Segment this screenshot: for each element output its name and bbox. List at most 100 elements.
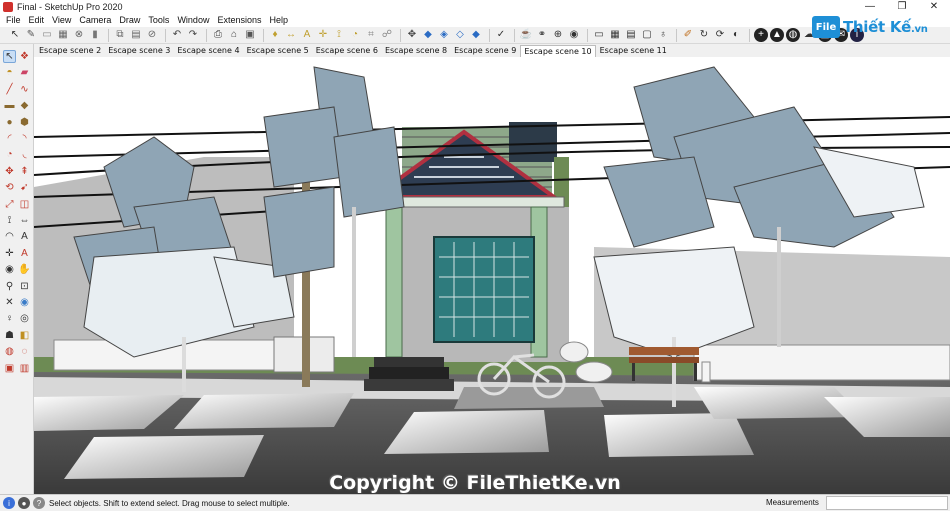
polygon-tool-icon[interactable]: ⬢: [18, 116, 31, 129]
plus-icon[interactable]: +: [754, 28, 768, 42]
text-icon[interactable]: A: [300, 28, 314, 42]
pencil-icon[interactable]: ✎: [24, 28, 38, 42]
display-icon[interactable]: ▭: [592, 28, 606, 42]
redo-icon[interactable]: ↷: [186, 28, 200, 42]
arc3-tool-icon[interactable]: ◟: [18, 148, 31, 161]
grid-icon[interactable]: ▦: [608, 28, 622, 42]
camera-icon[interactable]: ◉: [567, 28, 581, 42]
model-viewport[interactable]: [34, 57, 950, 494]
orbit-tool-icon[interactable]: ◉: [3, 263, 16, 276]
scene-tab-8[interactable]: Escape scene 10: [520, 45, 596, 57]
menu-help[interactable]: Help: [265, 14, 292, 27]
eraser-icon[interactable]: ▭: [40, 28, 54, 42]
rectangle-tool-icon[interactable]: ▬: [3, 99, 16, 112]
circle-tool-icon[interactable]: ●: [3, 116, 16, 129]
push-pull-icon[interactable]: ⇞: [18, 165, 31, 178]
minimize-button[interactable]: —: [854, 0, 886, 14]
status-user-icon[interactable]: ●: [18, 497, 30, 509]
section-plane-icon[interactable]: ◧: [18, 329, 31, 342]
front-view-icon[interactable]: ◇: [453, 28, 467, 42]
rotated-rect-icon[interactable]: ◆: [18, 99, 31, 112]
paint-bucket-icon[interactable]: ◓: [3, 66, 16, 79]
protractor-tool-icon[interactable]: ◠: [3, 230, 16, 243]
dimension-icon[interactable]: ↔: [284, 28, 298, 42]
link-icon[interactable]: ⚭: [535, 28, 549, 42]
axes-tool-icon[interactable]: ✛: [3, 247, 16, 260]
bulb-icon[interactable]: ♁: [656, 28, 670, 42]
extension-wh-icon[interactable]: ▥: [18, 362, 31, 375]
make-component-icon[interactable]: ❖: [18, 50, 31, 63]
position-camera-icon[interactable]: ♀: [3, 312, 16, 325]
line-tool-icon[interactable]: ╱: [3, 83, 16, 96]
layers-icon[interactable]: ▤: [624, 28, 638, 42]
scale-tool-icon[interactable]: ⤢: [3, 198, 16, 211]
model-info-icon[interactable]: ▣: [243, 28, 257, 42]
arrow-select-icon[interactable]: ↖: [8, 28, 22, 42]
delete-icon[interactable]: ⊘: [145, 28, 159, 42]
menu-tools[interactable]: Tools: [144, 14, 173, 27]
bookmark-icon[interactable]: ▮: [88, 28, 102, 42]
check-icon[interactable]: ✓: [494, 28, 508, 42]
section-icon[interactable]: ⌗: [364, 28, 378, 42]
scene-tab-7[interactable]: Escape scene 9: [451, 45, 519, 57]
globe-icon[interactable]: ◍: [786, 28, 800, 42]
leaf-icon[interactable]: ▲: [770, 28, 784, 42]
orbit-icon[interactable]: ✥: [405, 28, 419, 42]
warehouse-icon[interactable]: ▣: [3, 362, 16, 375]
top-view-icon[interactable]: ◈: [437, 28, 451, 42]
scene-tab-9[interactable]: Escape scene 11: [597, 45, 670, 57]
pan-tool-icon[interactable]: ✋: [18, 263, 31, 276]
zoom-extents-icon[interactable]: ✕: [3, 296, 16, 309]
menu-file[interactable]: File: [2, 14, 25, 27]
house-icon[interactable]: ⌂: [227, 28, 241, 42]
look-around-icon[interactable]: ◎: [18, 312, 31, 325]
iso-view-icon[interactable]: ◆: [421, 28, 435, 42]
dimension-tool-icon[interactable]: ⇔: [18, 214, 31, 227]
protractor-icon[interactable]: ◔: [348, 28, 362, 42]
menu-camera[interactable]: Camera: [75, 14, 115, 27]
walk-tool-icon[interactable]: ☗: [3, 329, 16, 342]
eraser-tool-icon[interactable]: ▰: [18, 66, 31, 79]
offset-tool-icon[interactable]: ◫: [18, 198, 31, 211]
copy-icon[interactable]: ⧉: [113, 28, 127, 42]
arc2-tool-icon[interactable]: ◝: [18, 132, 31, 145]
sandbox2-icon[interactable]: ◌: [18, 345, 31, 358]
scene-tab-4[interactable]: Escape scene 5: [244, 45, 312, 57]
sandbox-icon[interactable]: ◍: [3, 345, 16, 358]
tape-icon[interactable]: ⟟: [332, 28, 346, 42]
bucket-icon[interactable]: ▦: [56, 28, 70, 42]
menu-extensions[interactable]: Extensions: [213, 14, 265, 27]
scene-tab-1[interactable]: Escape scene 2: [36, 45, 104, 57]
undo-icon[interactable]: ↶: [170, 28, 184, 42]
scene-tab-6[interactable]: Escape scene 8: [382, 45, 450, 57]
rotate-tool-icon[interactable]: ⟲: [3, 181, 16, 194]
print-icon[interactable]: ⎙: [211, 28, 225, 42]
tape-measure-icon[interactable]: ⟟: [3, 214, 16, 227]
status-help-icon[interactable]: ?: [33, 497, 45, 509]
refresh-icon[interactable]: ↻: [697, 28, 711, 42]
select-tool-icon[interactable]: ↖: [3, 50, 16, 63]
scene-tab-5[interactable]: Escape scene 6: [313, 45, 381, 57]
brush-icon[interactable]: ✐: [681, 28, 695, 42]
arc-tool-icon[interactable]: ◜: [3, 132, 16, 145]
move-tool-icon[interactable]: ✥: [3, 165, 16, 178]
close-button[interactable]: ✕: [918, 0, 950, 14]
sync-icon[interactable]: ⟳: [713, 28, 727, 42]
pin-icon[interactable]: ⊕: [551, 28, 565, 42]
zoom-tool-icon[interactable]: ⚲: [3, 280, 16, 293]
paste-icon[interactable]: ▤: [129, 28, 143, 42]
frame-icon[interactable]: ▢: [640, 28, 654, 42]
menu-window[interactable]: Window: [173, 14, 213, 27]
previous-view-icon[interactable]: ◉: [18, 296, 31, 309]
right-view-icon[interactable]: ◆: [469, 28, 483, 42]
axes-icon[interactable]: ✛: [316, 28, 330, 42]
measurements-input[interactable]: [826, 496, 948, 510]
status-info-icon[interactable]: i: [3, 497, 15, 509]
scene-tab-2[interactable]: Escape scene 3: [105, 45, 173, 57]
teapot-icon[interactable]: ☕: [519, 28, 533, 42]
walk-icon[interactable]: ☍: [380, 28, 394, 42]
zoom-window-icon[interactable]: ⊡: [18, 280, 31, 293]
menu-view[interactable]: View: [48, 14, 75, 27]
paint-icon[interactable]: ♦: [268, 28, 282, 42]
restore-button[interactable]: ❐: [886, 0, 918, 14]
